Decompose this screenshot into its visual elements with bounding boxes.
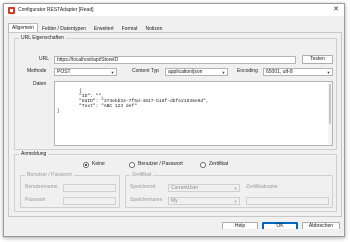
tab-allgemein[interactable]: Allgemein: [8, 23, 38, 32]
user-password-subgroup: Benutzer / Passwort Benutzername Passwor…: [20, 172, 120, 208]
title-bar: Configurator RESTAdapter [Read] ✕: [4, 4, 344, 16]
encoding-value: 65001, utf-8: [266, 69, 293, 75]
content-type-label: Content Typ: [132, 68, 159, 74]
certificate-name-label: Zertifikatname: [246, 184, 278, 190]
store-location-label: Speicherort: [130, 184, 156, 190]
password-field[interactable]: [63, 197, 116, 205]
store-location-select[interactable]: CurrentUser ▼: [168, 184, 240, 192]
url-input[interactable]: https://localhost/api/StoreID: [54, 56, 296, 64]
method-label: Methode: [27, 68, 47, 74]
encoding-select[interactable]: 65001, utf-8 ▼: [263, 68, 333, 76]
certificate-subgroup-title: Zertifikat: [130, 172, 154, 179]
data-textarea[interactable]: { "ID": "", "GUID": "374ebb34-7f5d-4817-…: [54, 81, 333, 146]
radio-user-password-label[interactable]: Benutzer / Passwort: [138, 161, 183, 168]
radio-certificate-label[interactable]: Zertifikat: [209, 161, 228, 168]
test-button[interactable]: Testen: [302, 55, 333, 64]
user-password-subgroup-title: Benutzer / Passwort: [25, 172, 74, 179]
app-icon: [8, 6, 15, 14]
username-field[interactable]: [63, 184, 116, 192]
resize-grip-icon[interactable]: ⋰: [338, 230, 343, 235]
certificate-subgroup: Zertifikat Speicherort CurrentUser ▼ Spe…: [125, 172, 333, 208]
chevron-down-icon: ▼: [221, 70, 226, 75]
login-title: Anmeldung: [19, 151, 49, 158]
url-properties-group: URL Eigenschaften URL https://localhost/…: [14, 35, 337, 150]
store-name-value: My: [171, 198, 178, 204]
store-name-label: Speichername: [130, 197, 163, 203]
store-location-value: CurrentUser: [171, 185, 199, 191]
tab-strip: Allgemein Felder / Datentypen Erweitert …: [8, 23, 166, 32]
data-label: Daten: [33, 81, 47, 87]
url-label: URL: [39, 56, 50, 62]
radio-user-password[interactable]: [129, 162, 135, 168]
tab-panel-allgemein: URL Eigenschaften URL https://localhost/…: [8, 32, 342, 217]
chevron-down-icon: ▼: [233, 199, 238, 204]
dialog-window: Configurator RESTAdapter [Read] ✕ Allgem…: [3, 3, 345, 237]
chevron-down-icon: ▼: [326, 70, 331, 75]
encoding-label: Encoding: [237, 68, 258, 74]
store-name-select[interactable]: My ▼: [168, 197, 240, 205]
tab-felder-datentypen[interactable]: Felder / Datentypen: [38, 24, 90, 32]
password-label: Passwort: [25, 197, 46, 203]
data-text: { "ID": "", "GUID": "374ebb34-7f5d-4817-…: [57, 89, 209, 114]
vertical-scrollbar[interactable]: [328, 82, 332, 145]
tab-format[interactable]: Format: [118, 24, 142, 32]
status-bar: ⋰: [4, 229, 344, 236]
username-label: Benutzername: [25, 184, 58, 190]
tab-erweitert[interactable]: Erweitert: [90, 24, 118, 32]
method-value: POST: [57, 69, 71, 75]
content-type-value: application/json: [168, 69, 203, 75]
tab-notizen[interactable]: Notizen: [141, 24, 166, 32]
window-title: Configurator RESTAdapter [Read]: [18, 7, 94, 13]
chevron-down-icon: ▼: [110, 70, 115, 75]
radio-none-label[interactable]: Keine: [92, 161, 105, 168]
content-type-select[interactable]: application/json ▼: [165, 68, 228, 76]
radio-certificate[interactable]: [200, 162, 206, 168]
login-group: Anmeldung Keine Benutzer / Passwort Zert…: [14, 151, 337, 212]
url-properties-title: URL Eigenschaften: [19, 35, 66, 42]
close-icon[interactable]: ✕: [332, 6, 340, 14]
certificate-name-field[interactable]: [246, 197, 329, 205]
radio-none[interactable]: [83, 162, 89, 168]
scrollbar-thumb[interactable]: [329, 84, 331, 124]
method-select[interactable]: POST ▼: [54, 68, 117, 76]
chevron-down-icon: ▼: [233, 186, 238, 191]
